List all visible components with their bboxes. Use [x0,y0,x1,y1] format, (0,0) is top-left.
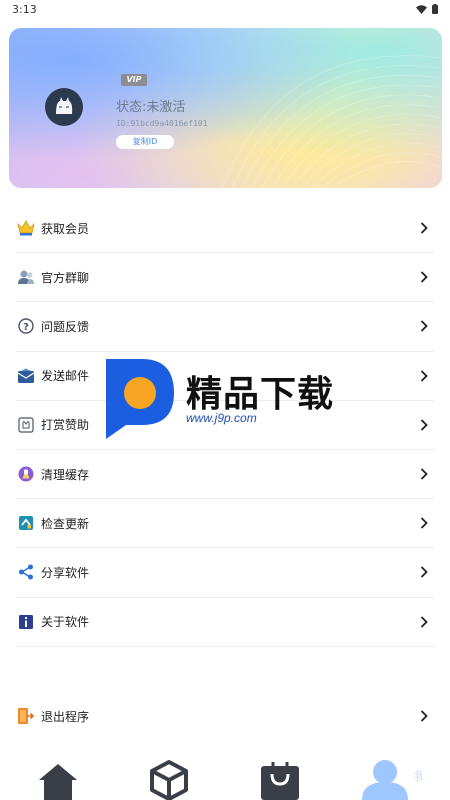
j9p-logo [106,359,174,439]
menu-item-label: 官方群聊 [41,270,90,285]
chevron-right-icon [420,370,428,382]
chevron-right-icon [420,222,428,234]
profile-card: VIP 状态:未激活 ID:91bcd9a4016ef101 复制ID [9,28,442,188]
menu-item-label: 关于软件 [41,615,90,630]
chevron-right-icon [420,320,428,333]
svg-text:?: ? [23,322,29,333]
tab-home[interactable] [36,758,80,800]
avatar[interactable] [45,88,83,126]
menu-item-label: 分享软件 [41,565,90,580]
battery-icon [432,4,438,14]
device-id: ID:91bcd9a4016ef101 [116,119,208,128]
menu-item-check-update[interactable]: 检查更新 [16,499,434,549]
question-icon: ? [17,317,35,335]
copy-id-button[interactable]: 复制ID [116,135,174,149]
clean-icon [17,465,35,483]
menu-item-about[interactable]: 关于软件 [16,598,434,647]
menu-item-label: 问题反馈 [41,319,90,334]
menu-item-label: 清理缓存 [41,467,90,482]
wave-pattern-decoration [221,55,442,188]
menu-item-label: 退出程序 [41,709,90,724]
home-icon [39,764,77,800]
chevron-right-icon [420,419,428,431]
chevron-right-icon [420,271,428,283]
menu-item-share[interactable]: 分享软件 [16,548,434,598]
tab-profile[interactable]: 我的 [360,758,422,800]
watermark-title: 精品下载 [186,374,335,415]
status-bar: 3:13 [0,0,450,22]
menu-item-group-chat[interactable]: 官方群聊 [16,253,434,303]
vip-badge: VIP [121,74,147,86]
wifi-icon [416,4,427,14]
exit-icon [17,707,35,725]
group-chat-icon [17,268,35,286]
menu-item-label: 获取会员 [41,221,90,236]
menu-item-get-vip[interactable]: 获取会员 [16,204,434,254]
chevron-right-icon [420,468,428,480]
menu-item-label: 发送邮件 [41,369,90,384]
tab-shop[interactable] [258,758,302,800]
shop-bag-icon [261,762,299,800]
cat-avatar-icon [49,92,79,122]
share-icon [17,563,35,581]
user-icon: 我的 [362,760,422,800]
menu-item-exit[interactable]: 退出程序 [16,692,434,740]
update-icon [17,514,35,532]
box-icon [150,760,188,800]
chevron-right-icon [420,517,428,529]
chevron-right-icon [420,710,428,722]
activation-status: 状态:未激活 [116,100,186,115]
status-time: 3:13 [12,3,37,16]
menu-item-label: 检查更新 [41,516,90,531]
tab-box[interactable] [147,758,191,800]
info-icon [17,613,35,631]
menu-item-label: 打赏赞助 [41,418,90,433]
chevron-right-icon [420,566,428,579]
menu-item-clear-cache[interactable]: 清理缓存 [16,450,434,500]
crown-icon [17,219,35,237]
watermark: 精品下载 www.j9p.com [98,355,358,445]
svg-text:我的: 我的 [414,769,422,783]
chevron-right-icon [420,615,428,628]
sponsor-icon [17,416,35,434]
menu-item-feedback[interactable]: ? 问题反馈 [16,302,434,352]
bottom-tab-bar: 我的 [0,752,450,800]
watermark-url: www.j9p.com [186,411,257,425]
status-icons [416,4,438,14]
mail-icon [17,367,35,385]
